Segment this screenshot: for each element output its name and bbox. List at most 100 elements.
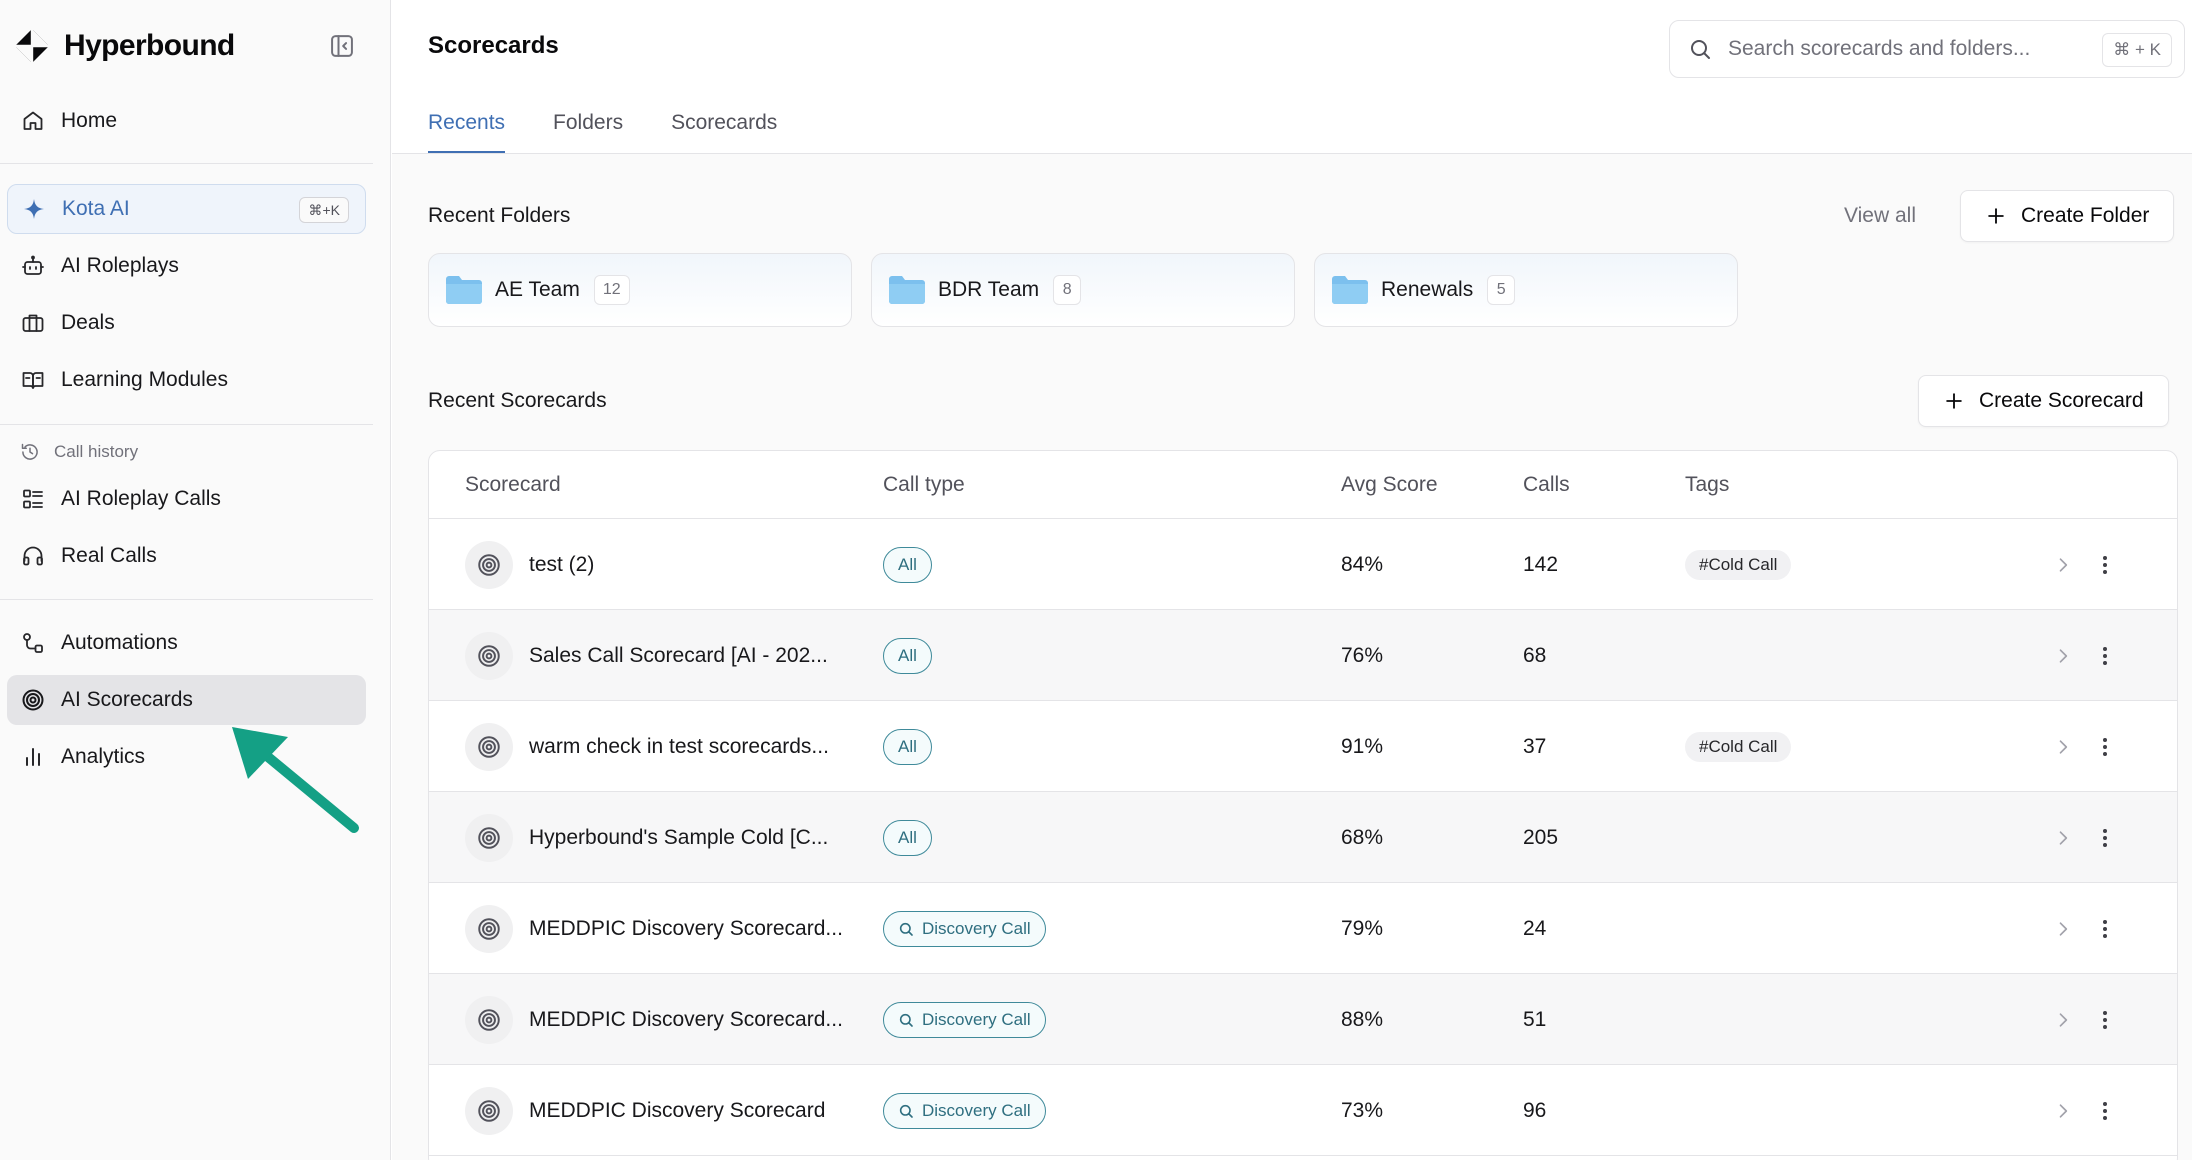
row-menu-button[interactable] — [2093, 974, 2117, 1065]
column-header-tags[interactable]: Tags — [1685, 473, 1729, 497]
scorecard-name[interactable]: MEDDPIC Discovery Scorecard... — [529, 917, 843, 941]
more-vertical-icon — [2103, 737, 2107, 756]
row-menu-button[interactable] — [2093, 519, 2117, 610]
sidebar-item-label: Analytics — [61, 745, 146, 768]
more-vertical-icon — [2103, 1010, 2107, 1029]
scorecard-name[interactable]: warm check in test scorecards... — [529, 735, 829, 759]
scorecard-name[interactable]: Sales Call Scorecard [AI - 202... — [529, 644, 828, 668]
tab-scorecards[interactable]: Scorecards — [671, 98, 777, 154]
avg-score-cell: 73% — [1341, 1098, 1384, 1122]
brand-name: Hyperbound — [64, 29, 235, 62]
table-row[interactable]: Hyperbound's Sample Cold [C... All 68% 205 — [429, 792, 2177, 883]
open-row-button[interactable] — [2053, 701, 2073, 792]
sidebar-item-label: Learning Modules — [61, 368, 228, 391]
more-vertical-icon — [2103, 646, 2107, 665]
sidebar-item-learning-modules[interactable]: Learning Modules — [7, 355, 366, 405]
call-type-label: All — [898, 827, 917, 847]
view-all-link[interactable]: View all — [1844, 204, 1916, 228]
table-row[interactable]: Sales Call Scorecard [AI - 202... All 76% 6… — [429, 610, 2177, 701]
call-type-label: Discovery Call — [922, 1009, 1031, 1029]
folder-icon — [1332, 276, 1368, 304]
call-type-cell: All — [883, 792, 932, 883]
call-type-pill: Discovery Call — [883, 1001, 1046, 1038]
more-vertical-icon — [2103, 828, 2107, 847]
plus-icon — [1988, 208, 2004, 224]
row-menu-button[interactable] — [2093, 792, 2117, 883]
target-icon — [478, 917, 500, 940]
sidebar-item-label: Home — [61, 109, 118, 132]
scorecard-name[interactable]: MEDDPIC Discovery Scorecard — [529, 1099, 825, 1123]
sidebar-item-label: Kota AI — [62, 197, 130, 220]
call-type-label: Discovery Call — [922, 918, 1031, 938]
call-type-cell: Discovery Call — [883, 883, 1046, 974]
sidebar-divider — [0, 424, 373, 425]
open-row-button[interactable] — [2053, 792, 2073, 883]
scorecards-table: Scorecard Call type Avg Score Calls Tags… — [428, 450, 2178, 1160]
scorecard-name[interactable]: MEDDPIC Discovery Scorecard... — [529, 1008, 843, 1032]
column-header-avg-score[interactable]: Avg Score — [1341, 473, 1438, 497]
sidebar-item-label: Automations — [61, 631, 178, 654]
search-input[interactable] — [1728, 37, 2068, 61]
scorecard-name[interactable]: test (2) — [529, 553, 594, 577]
sidebar-item-ai-roleplay-calls[interactable]: AI Roleplay Calls — [7, 474, 366, 524]
sidebar-item-automations[interactable]: Automations — [7, 618, 366, 668]
plus-icon — [1946, 393, 1962, 409]
folder-card[interactable]: BDR Team 8 — [871, 253, 1295, 327]
folder-count: 8 — [1053, 275, 1082, 305]
home-icon — [23, 111, 43, 130]
avg-score-cell: 76% — [1341, 643, 1384, 667]
create-folder-button[interactable]: Create Folder — [1960, 190, 2175, 242]
tab-recents[interactable]: Recents — [428, 98, 506, 154]
sidebar-item-home[interactable]: Home — [7, 96, 366, 146]
tags-cell: #Cold Call — [1685, 701, 1792, 792]
table-row[interactable]: MEDDPIC Discovery Scorecard Discovery Cal… — [429, 1065, 2177, 1156]
tag-badge: #Cold Call — [1685, 731, 1792, 762]
briefcase-icon — [22, 314, 44, 332]
column-header-calls[interactable]: Calls — [1523, 473, 1570, 497]
scorecard-icon-wrap — [465, 722, 513, 771]
brand[interactable]: Hyperbound — [14, 24, 235, 68]
sidebar-item-deals[interactable]: Deals — [7, 298, 366, 348]
table-row[interactable]: MEDDPIC Discovery Scorecard... Discovery … — [429, 974, 2177, 1065]
row-menu-button[interactable] — [2093, 610, 2117, 701]
column-header-scorecard[interactable]: Scorecard — [465, 473, 561, 497]
main-content: Scorecards ⌘ + K Recents Folders Scoreca… — [392, 0, 2192, 1160]
sidebar-item-label: Real Calls — [61, 544, 157, 567]
sidebar-item-ai-roleplays[interactable]: AI Roleplays — [7, 241, 366, 291]
tab-folders[interactable]: Folders — [553, 98, 623, 154]
folder-card[interactable]: Renewals 5 — [1314, 253, 1738, 327]
call-type-pill: Discovery Call — [883, 1092, 1046, 1129]
calls-cell: 68 — [1523, 643, 1547, 667]
open-row-button[interactable] — [2053, 1065, 2073, 1156]
open-row-button[interactable] — [2053, 610, 2073, 701]
collapse-sidebar-icon[interactable] — [328, 32, 356, 60]
target-icon — [478, 735, 500, 758]
row-menu-button[interactable] — [2093, 701, 2117, 792]
table-row[interactable]: warm check in test scorecards... All 91% 37… — [429, 701, 2177, 792]
create-scorecard-button[interactable]: Create Scorecard — [1918, 375, 2169, 427]
column-header-call-type[interactable]: Call type — [883, 473, 965, 497]
folder-icon — [446, 276, 482, 304]
open-row-button[interactable] — [2053, 883, 2073, 974]
scorecard-name[interactable]: Hyperbound's Sample Cold [C... — [529, 826, 828, 850]
folder-name: BDR Team — [938, 278, 1040, 301]
sidebar-item-real-calls[interactable]: Real Calls — [7, 531, 366, 581]
folder-card[interactable]: AE Team 12 — [428, 253, 852, 327]
open-row-button[interactable] — [2053, 519, 2073, 610]
call-type-cell: Discovery Call — [883, 1065, 1046, 1156]
sidebar-item-ai-scorecards[interactable]: AI Scorecards — [7, 675, 366, 725]
bar-chart-icon — [26, 748, 40, 766]
table-row[interactable]: test (2) All 84% 142 #Cold Call — [429, 519, 2177, 610]
row-menu-button[interactable] — [2093, 883, 2117, 974]
table-row[interactable]: MEDDPIC Discovery Scorecard... Discovery … — [429, 883, 2177, 974]
sparkle-icon — [24, 199, 44, 219]
folder-count: 12 — [593, 275, 630, 305]
more-vertical-icon — [2103, 555, 2107, 574]
search-bar[interactable]: ⌘ + K — [1669, 20, 2185, 78]
sidebar-item-kota-ai[interactable]: Kota AI ⌘+K — [7, 184, 366, 234]
chevron-right-icon — [2059, 921, 2068, 936]
call-type-cell: All — [883, 701, 932, 792]
call-type-pill: All — [883, 728, 932, 765]
row-menu-button[interactable] — [2093, 1065, 2117, 1156]
open-row-button[interactable] — [2053, 974, 2073, 1065]
